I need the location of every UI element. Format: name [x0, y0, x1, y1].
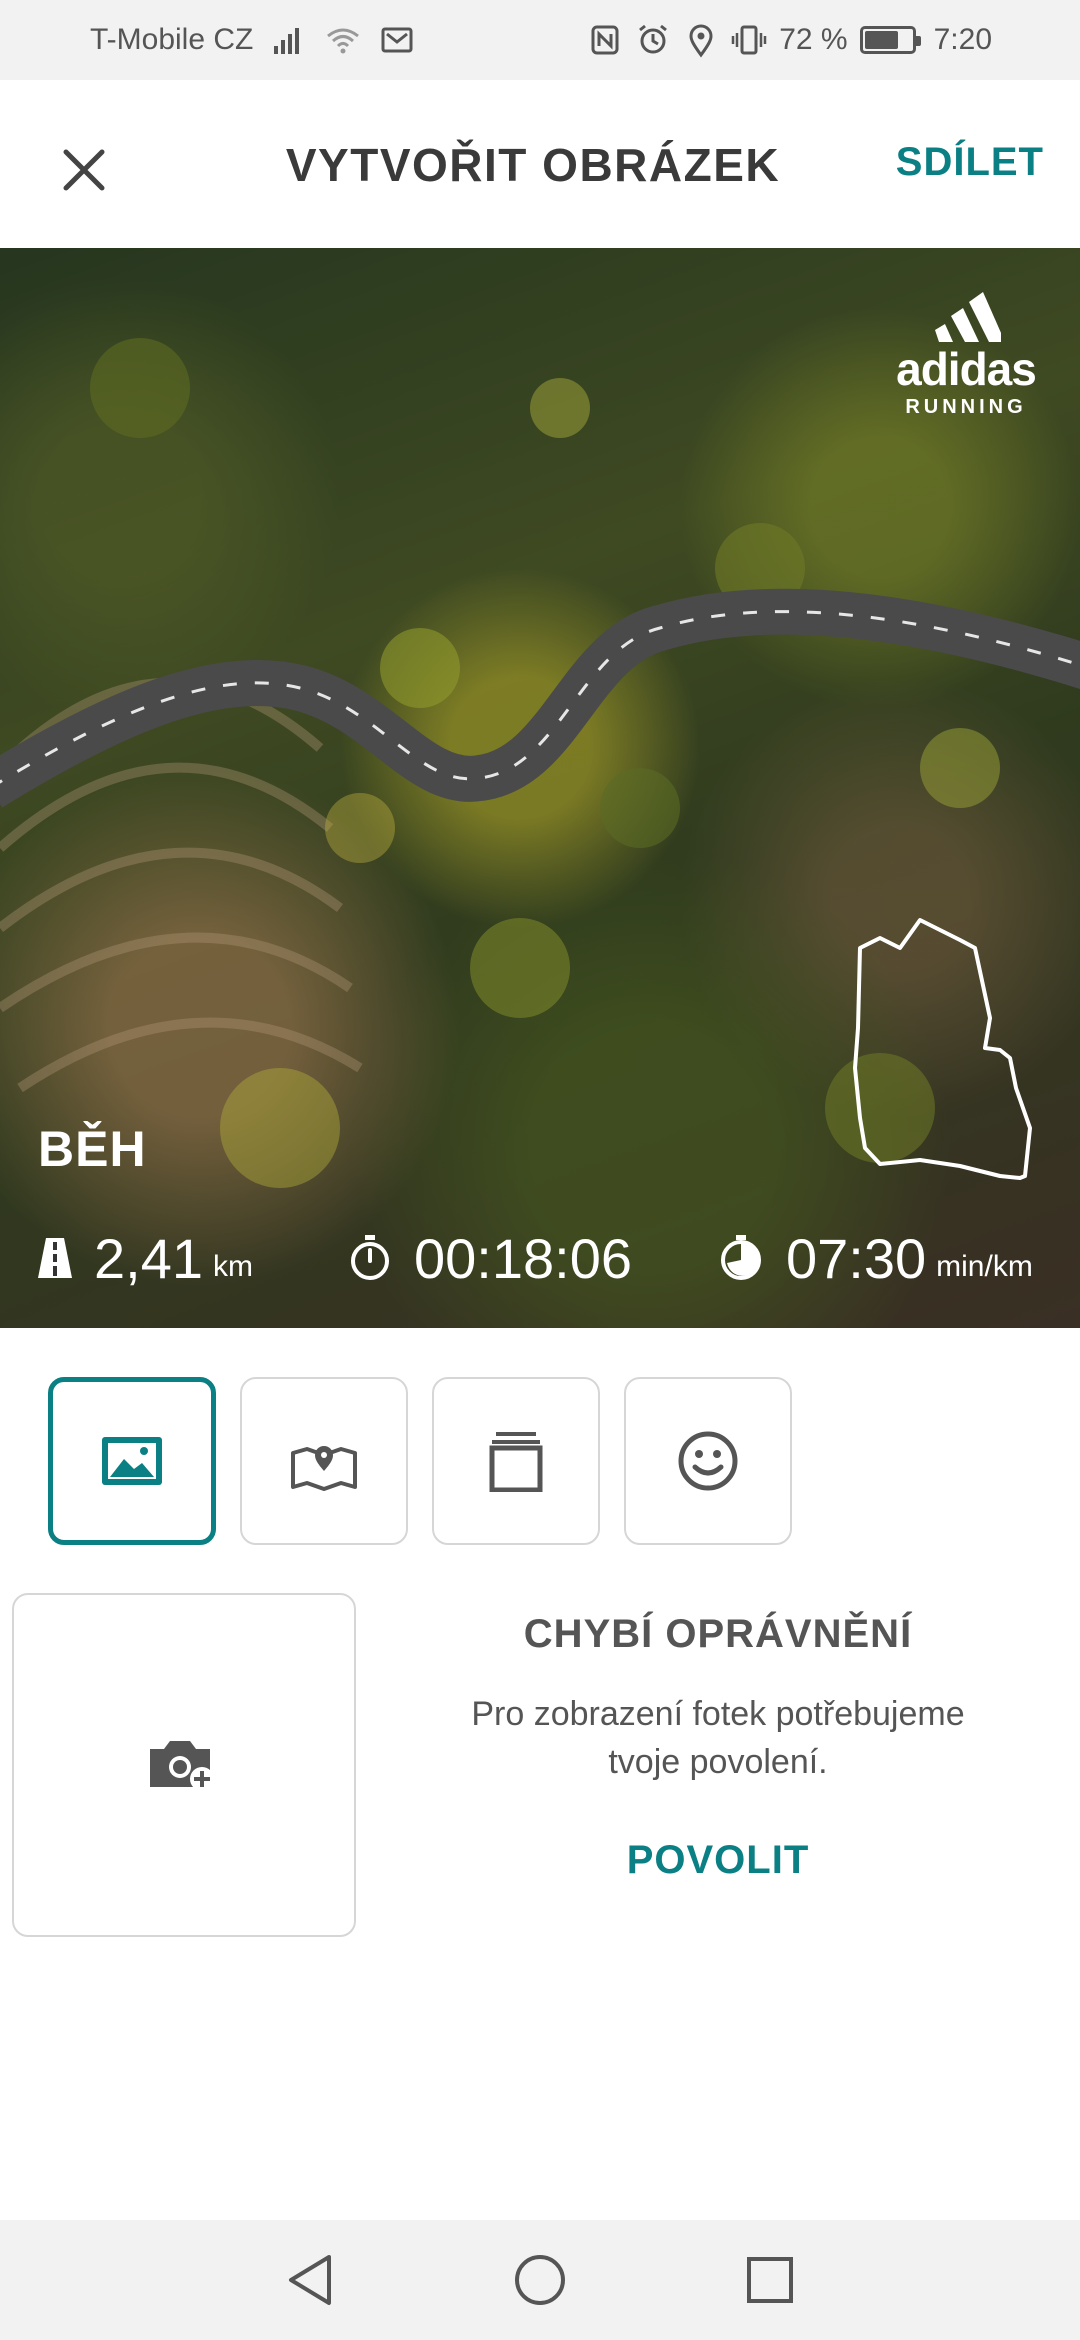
battery-icon — [859, 26, 921, 54]
allow-permission-button[interactable]: POVOLIT — [418, 1838, 1018, 1883]
vibrate-icon — [731, 25, 767, 55]
adidas-stripes-icon — [935, 292, 1001, 342]
home-button[interactable] — [510, 2250, 570, 2310]
nfc-icon — [591, 25, 619, 55]
tab-photo[interactable] — [48, 1377, 216, 1545]
stopwatch-icon — [351, 1235, 389, 1280]
battery-percent: 72 % — [779, 23, 848, 56]
status-bar-right: 72 % 7:20 — [587, 0, 992, 80]
system-nav-bar — [0, 2220, 1080, 2340]
alarm-icon — [639, 24, 668, 54]
photo-preview: adidas RUNNING BĚH 2,41 km 00:18:06 07:3… — [0, 248, 1080, 1328]
back-icon — [289, 2255, 331, 2305]
pace-icon — [721, 1235, 761, 1280]
distance-stat: 2,41 km — [38, 1218, 253, 1298]
duration-stat: 00:18:06 — [348, 1218, 632, 1298]
status-bar-left: T-Mobile CZ — [90, 0, 415, 80]
status-bar: T-Mobile CZ 72 % 7:20 — [0, 0, 1080, 80]
permission-message-line-1: Pro zobrazení fotek potřebujeme — [471, 1695, 965, 1733]
battery-fill — [864, 31, 898, 49]
image-icon — [102, 1437, 162, 1485]
carrier-name: T-Mobile CZ — [90, 23, 254, 56]
map-pin-icon — [291, 1446, 357, 1491]
clock: 7:20 — [933, 23, 992, 56]
tab-sticker[interactable] — [624, 1377, 792, 1545]
brand-subtitle: RUNNING — [905, 396, 1027, 418]
distance-value: 2,41 — [94, 1226, 203, 1290]
tab-layout[interactable] — [432, 1377, 600, 1545]
duration-value: 00:18:06 — [414, 1226, 632, 1290]
back-button[interactable] — [280, 2250, 340, 2310]
camera-add-icon — [150, 1741, 214, 1791]
permission-title: CHYBÍ OPRÁVNĚNÍ — [523, 1612, 913, 1656]
road-icon — [38, 1238, 72, 1278]
activity-type: BĚH — [38, 1121, 147, 1177]
signal-icon — [274, 28, 300, 54]
smiley-icon — [678, 1431, 738, 1491]
distance-unit: km — [213, 1250, 253, 1283]
tab-map[interactable] — [240, 1377, 408, 1545]
home-icon — [515, 2255, 565, 2305]
adidas-running-logo: adidas RUNNING — [886, 286, 1046, 419]
pace-value: 07:30 — [786, 1226, 927, 1290]
permission-message-line-2: tvoje povolení. — [608, 1743, 828, 1781]
layers-icon — [489, 1432, 543, 1492]
message-icon — [381, 27, 413, 53]
brand-name: adidas — [896, 343, 1037, 395]
share-button[interactable]: SDÍLET — [896, 140, 1044, 185]
permission-message: Pro zobrazení fotek potřebujeme tvoje po… — [418, 1690, 1018, 1786]
location-icon — [689, 24, 713, 58]
recents-button[interactable] — [740, 2250, 800, 2310]
app-header: VYTVOŘIT OBRÁZEK SDÍLET — [0, 80, 1080, 248]
pace-stat: 07:30 min/km — [718, 1218, 1033, 1298]
camera-capture-tile[interactable] — [12, 1593, 356, 1937]
recents-icon — [747, 2257, 793, 2303]
editor-tabs — [48, 1377, 792, 1545]
pace-unit: min/km — [936, 1250, 1033, 1283]
wifi-icon — [327, 28, 360, 54]
run-stats: 2,41 km 00:18:06 07:30 min/km — [38, 1218, 1058, 1298]
